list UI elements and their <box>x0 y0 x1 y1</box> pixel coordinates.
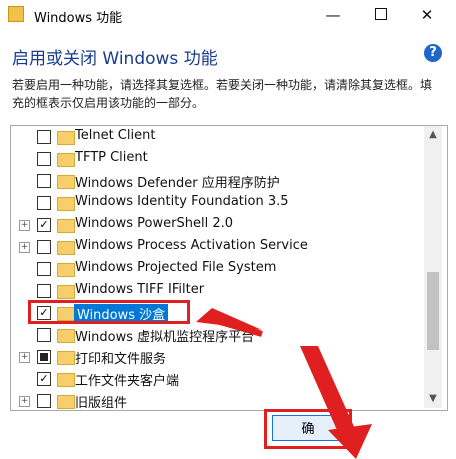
annotation-arrows <box>196 308 372 459</box>
arrow-to-ok-head-icon <box>328 424 372 459</box>
